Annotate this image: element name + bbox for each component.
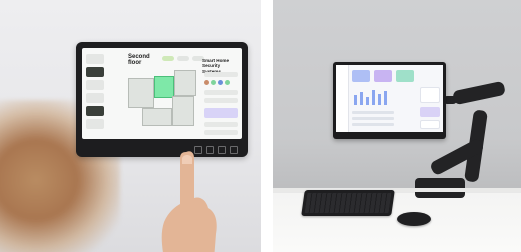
tablet-screen: Second floor Smart Home Security Systems [82, 48, 242, 139]
user-avatars [204, 80, 230, 85]
monitor-screen [336, 65, 443, 132]
room [172, 96, 194, 126]
floor-tab[interactable] [162, 56, 174, 61]
mouse [397, 212, 431, 226]
floor-title: Second floor [128, 54, 150, 66]
sidebar-tile [86, 80, 104, 90]
bezel-button[interactable] [230, 146, 238, 154]
side-panel [420, 87, 440, 103]
status-line [204, 130, 238, 135]
status-line [204, 90, 238, 95]
sidebar-tile [86, 67, 104, 77]
bezel-button[interactable] [218, 146, 226, 154]
sidebar-tile [86, 106, 104, 116]
avatar [218, 80, 223, 85]
monitor-arm-upper [452, 80, 506, 106]
floor-plan[interactable] [128, 70, 198, 128]
stat-card[interactable] [374, 70, 392, 82]
pointing-hand [161, 151, 217, 252]
wall-tablet: Second floor Smart Home Security Systems [76, 42, 248, 157]
stat-card[interactable] [352, 70, 370, 82]
bar-chart-thumbnail [354, 90, 387, 105]
avatar [211, 80, 216, 85]
room [142, 108, 172, 126]
table-row [352, 117, 394, 120]
left-photo: Second floor Smart Home Security Systems [0, 0, 261, 252]
keyboard [301, 190, 395, 216]
status-line [204, 72, 238, 77]
avatar [225, 80, 230, 85]
sidebar-tile [86, 54, 104, 64]
side-panel [420, 120, 440, 129]
table-row [352, 111, 394, 114]
avatar [204, 80, 209, 85]
tablet-sidebar [86, 54, 104, 129]
room-active [154, 76, 174, 98]
sidebar-tile [86, 93, 104, 103]
right-photo [273, 0, 521, 252]
desk-monitor [333, 62, 446, 139]
table-row [352, 123, 394, 126]
info-card[interactable] [204, 108, 238, 118]
stat-card[interactable] [396, 70, 414, 82]
floor-tab[interactable] [177, 56, 189, 61]
side-panel [420, 107, 440, 117]
dashboard-sidebar [336, 65, 349, 132]
room [128, 78, 154, 108]
status-line [204, 98, 238, 103]
room [174, 70, 196, 96]
floor-tabs [162, 56, 204, 61]
sidebar-tile [86, 119, 104, 129]
photo-divider [261, 0, 273, 252]
status-line [204, 122, 238, 127]
